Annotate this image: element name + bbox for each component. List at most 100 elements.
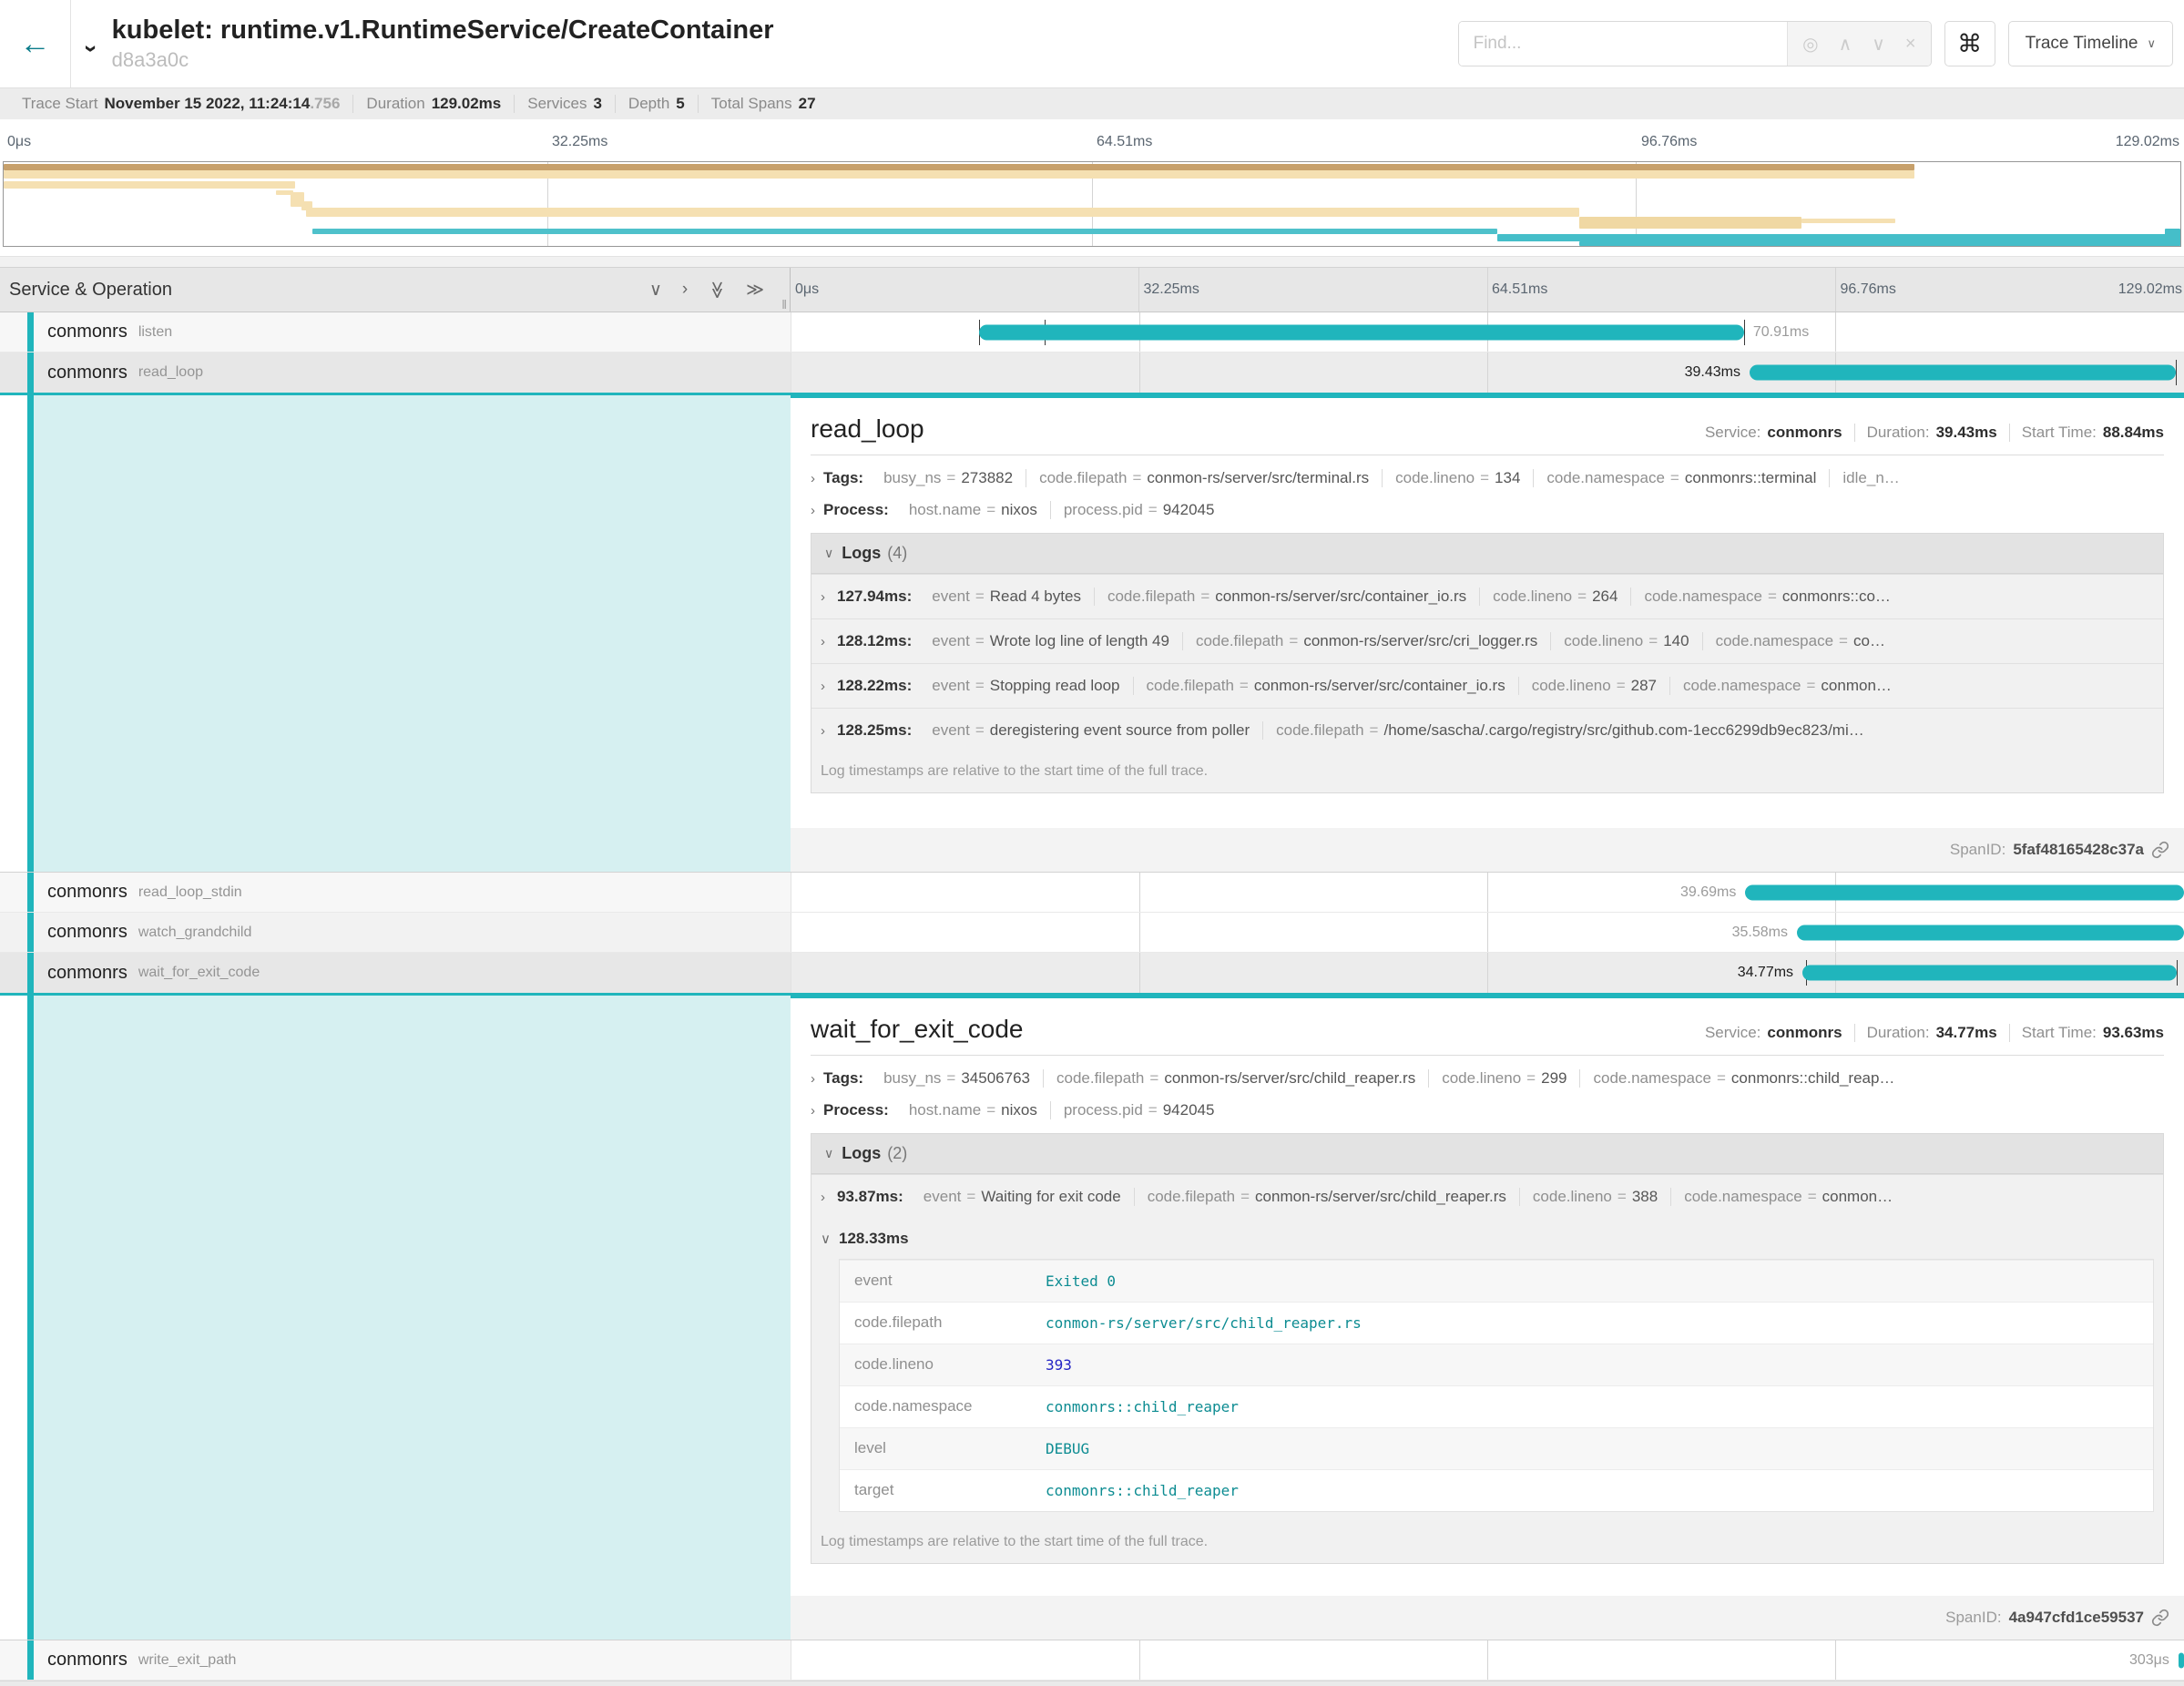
- process-list: host.name=nixosprocess.pid=942045: [896, 1101, 1228, 1119]
- link-icon[interactable]: [2151, 1609, 2169, 1627]
- span-color-accent: [27, 873, 34, 912]
- summary-item: Duration 129.02ms: [353, 95, 515, 113]
- span-duration-label: 39.69ms: [1680, 884, 1736, 901]
- expand-one-icon[interactable]: ›: [682, 280, 688, 300]
- chevron-down-icon[interactable]: ›: [77, 45, 106, 53]
- span-duration-label: 39.43ms: [1685, 364, 1740, 381]
- detail-meta-item: Duration:39.43ms: [1855, 424, 2010, 442]
- span-color-accent: [27, 1640, 34, 1680]
- span-color-accent: [27, 312, 34, 352]
- span-row-read-loop-stdin[interactable]: conmonrs read_loop_stdin 39.69ms: [0, 873, 2184, 913]
- span-duration-bar[interactable]: [1750, 365, 2176, 381]
- kv-key: code.filepath: [840, 1303, 1038, 1344]
- logs-header[interactable]: ∨ Logs (4): [811, 534, 2163, 574]
- spanid-value: 4a947cfd1ce59537: [2009, 1609, 2144, 1627]
- log-tick: [2176, 360, 2177, 385]
- kv-row: code.namespace conmonrs::child_reaper: [840, 1385, 2153, 1427]
- log-entry[interactable]: › 128.12ms: event=Wrote log line of leng…: [811, 618, 2163, 663]
- log-field: code.filepath=/home/sascha/.cargo/regist…: [1263, 721, 1877, 740]
- tags-row[interactable]: › Tags: busy_ns=34506763code.filepath=co…: [811, 1069, 2164, 1088]
- minimap-span-bar: [312, 229, 1496, 234]
- meta-label: Start Time:: [2022, 1024, 2097, 1042]
- link-icon[interactable]: [2151, 841, 2169, 859]
- timeline-tick: 0μs: [795, 281, 819, 298]
- span-name-cell[interactable]: conmonrs wait_for_exit_code: [0, 953, 791, 993]
- keyboard-shortcuts-button[interactable]: ⌘: [1944, 21, 1995, 66]
- span-duration-label: 35.58ms: [1732, 925, 1788, 941]
- kv-row: level DEBUG: [840, 1427, 2153, 1469]
- find-input[interactable]: [1459, 22, 1788, 66]
- span-timeline-cell[interactable]: 70.91ms: [791, 312, 2184, 352]
- summary-suffix: .756: [310, 95, 340, 112]
- span-name-cell[interactable]: conmonrs write_exit_path: [0, 1640, 791, 1680]
- span-timeline-cell[interactable]: 35.58ms: [791, 913, 2184, 952]
- minimap-canvas[interactable]: [3, 161, 2181, 247]
- span-operation: listen: [138, 324, 172, 341]
- tags-row[interactable]: › Tags: busy_ns=273882code.filepath=conm…: [811, 469, 2164, 487]
- next-result-icon[interactable]: ∨: [1872, 33, 1885, 56]
- span-row-wait-for-exit-code[interactable]: conmonrs wait_for_exit_code 34.77ms: [0, 953, 2184, 996]
- next-row-partial: [0, 1681, 2184, 1686]
- span-timeline-cell[interactable]: 39.43ms: [791, 353, 2184, 393]
- back-button[interactable]: ←: [0, 0, 71, 87]
- span-row-read-loop[interactable]: conmonrs read_loop 39.43ms: [0, 353, 2184, 395]
- log-entry[interactable]: › 93.87ms: event=Waiting for exit codeco…: [811, 1174, 2163, 1219]
- trace-view-page: ← › kubelet: runtime.v1.RuntimeService/C…: [0, 0, 2184, 1686]
- log-field: code.lineno=287: [1519, 677, 1670, 695]
- span-row-write-exit-path[interactable]: conmonrs write_exit_path 303μs: [0, 1640, 2184, 1681]
- span-timeline-cell[interactable]: 39.69ms: [791, 873, 2184, 912]
- span-name-cell[interactable]: conmonrs read_loop: [0, 353, 791, 393]
- span-duration-bar[interactable]: [979, 324, 1743, 340]
- process-list: host.name=nixosprocess.pid=942045: [896, 501, 1228, 519]
- log-field: code.namespace=co…: [1703, 632, 1898, 650]
- tags-list: busy_ns=273882code.filepath=conmon-rs/se…: [871, 469, 1924, 487]
- log-entry[interactable]: › 127.94ms: event=Read 4 bytescode.filep…: [811, 574, 2163, 618]
- trace-minimap: 0μs 32.25ms 64.51ms 96.76ms 129.02ms: [0, 119, 2184, 256]
- chevron-right-icon: ›: [821, 679, 825, 694]
- minimap-span-bar: [4, 170, 1914, 179]
- span-duration-bar[interactable]: [1745, 884, 2184, 900]
- span-row-watch-grandchild[interactable]: conmonrs watch_grandchild 35.58ms: [0, 913, 2184, 953]
- span-name-cell[interactable]: conmonrs watch_grandchild: [0, 913, 791, 952]
- kv-value: 393: [1038, 1344, 1079, 1385]
- log-entry[interactable]: › 128.25ms: event=deregistering event so…: [811, 708, 2163, 752]
- span-duration-bar[interactable]: [2179, 1652, 2184, 1668]
- logs-header[interactable]: ∨ Logs (2): [811, 1134, 2163, 1174]
- clear-search-icon[interactable]: ×: [1905, 34, 1916, 55]
- kv-key: code.lineno: [840, 1344, 1038, 1385]
- span-timeline-cell[interactable]: 303μs: [791, 1640, 2184, 1680]
- meta-label: Service:: [1705, 1024, 1760, 1042]
- view-selector-button[interactable]: Trace Timeline ∨: [2008, 21, 2173, 66]
- match-case-icon[interactable]: ◎: [1802, 33, 1818, 56]
- tag-item: code.lineno=299: [1429, 1069, 1580, 1088]
- span-name-cell[interactable]: conmonrs listen: [0, 312, 791, 352]
- collapse-one-icon[interactable]: ∨: [649, 280, 662, 301]
- prev-result-icon[interactable]: ∧: [1839, 33, 1852, 56]
- span-name-cell[interactable]: conmonrs read_loop_stdin: [0, 873, 791, 912]
- minimap-time-labels: 0μs 32.25ms 64.51ms 96.76ms 129.02ms: [3, 134, 2181, 154]
- process-row[interactable]: › Process: host.name=nixosprocess.pid=94…: [811, 501, 2164, 519]
- logs-count: (2): [887, 1144, 907, 1163]
- log-entry[interactable]: › 128.22ms: event=Stopping read loopcode…: [811, 663, 2163, 708]
- expand-all-icon[interactable]: ≫: [746, 280, 764, 301]
- span-timeline-cell[interactable]: 34.77ms: [791, 953, 2184, 993]
- tags-list: busy_ns=34506763code.filepath=conmon-rs/…: [871, 1069, 1907, 1088]
- span-duration-bar[interactable]: [1797, 925, 2184, 940]
- kv-key: level: [840, 1428, 1038, 1469]
- process-row[interactable]: › Process: host.name=nixosprocess.pid=94…: [811, 1101, 2164, 1119]
- kv-key: code.namespace: [840, 1386, 1038, 1427]
- span-duration-bar[interactable]: [1802, 966, 2177, 981]
- process-item: host.name=nixos: [896, 1101, 1051, 1119]
- log-entry-expanded-header[interactable]: ∨ 128.33ms: [811, 1219, 2163, 1257]
- divider: [811, 1055, 2164, 1056]
- span-table-header: Service & Operation ∨ › ≫ ≫ ‖ 0μs 32.25m…: [0, 267, 2184, 312]
- process-item: process.pid=942045: [1051, 1101, 1228, 1119]
- span-row-listen[interactable]: conmonrs listen 70.91ms: [0, 312, 2184, 353]
- log-timestamp: 128.12ms:: [837, 632, 912, 650]
- span-duration-label: 303μs: [2129, 1652, 2169, 1669]
- column-resizer-handle[interactable]: ‖: [781, 297, 787, 312]
- collapse-all-icon[interactable]: ≫: [707, 281, 728, 299]
- log-timestamp: 93.87ms:: [837, 1188, 903, 1206]
- logs-title: Logs: [842, 1144, 881, 1163]
- log-field: code.filepath=conmon-rs/server/src/conta…: [1095, 588, 1480, 606]
